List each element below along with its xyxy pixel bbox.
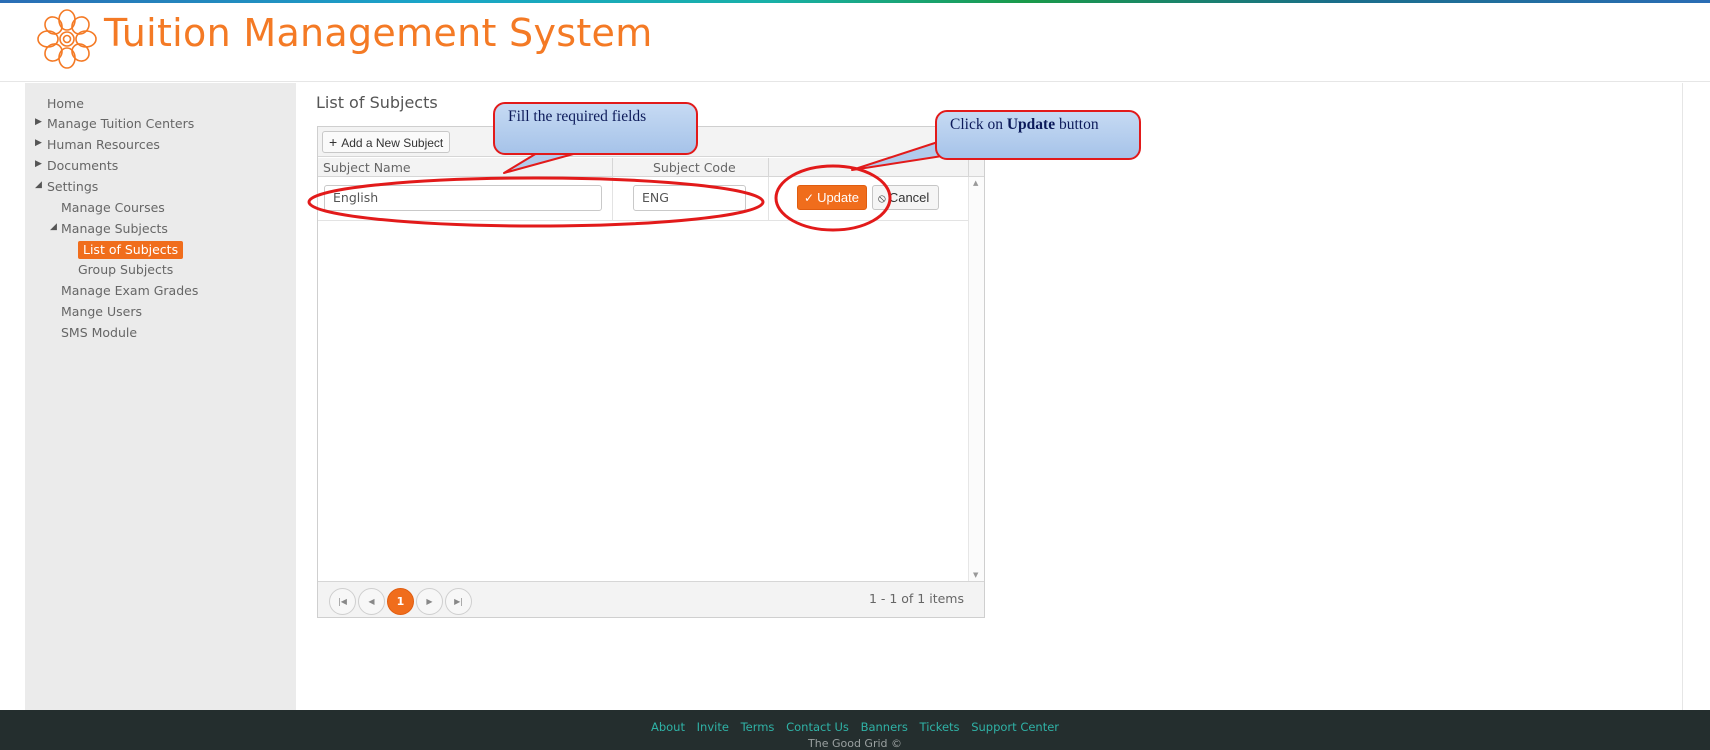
app-title: Tuition Management System <box>104 11 653 55</box>
grid-pager: |◀ ◀ 1 ▶ ▶| 1 - 1 of 1 items <box>318 581 984 617</box>
first-page-icon[interactable]: |◀ <box>329 588 356 615</box>
scroll-down-icon[interactable]: ▼ <box>973 571 978 579</box>
footer-link-tickets[interactable]: Tickets <box>920 720 960 734</box>
grid-header: Subject Name Subject Code <box>318 158 984 177</box>
previous-page-icon[interactable]: ◀ <box>358 588 385 615</box>
check-icon: ✓ <box>804 191 815 205</box>
collapse-arrow-icon[interactable]: ◢ <box>35 180 42 190</box>
column-divider <box>768 158 769 177</box>
grid-vertical-scrollbar[interactable]: ▲ ▼ <box>968 177 984 581</box>
update-callout-bold: Update <box>1006 116 1056 133</box>
page-right-border <box>1682 83 1683 710</box>
footer-link-banners[interactable]: Banners <box>861 720 908 734</box>
sidebar-item-documents[interactable]: Documents <box>47 158 118 173</box>
sidebar-nav: Home ▶ Manage Tuition Centers ▶ Human Re… <box>25 83 296 710</box>
sidebar-item-settings[interactable]: Settings <box>47 179 98 194</box>
collapse-arrow-icon[interactable]: ◢ <box>50 222 57 232</box>
footer-link-invite[interactable]: Invite <box>697 720 729 734</box>
sidebar-item-sms-module[interactable]: SMS Module <box>61 325 137 340</box>
sidebar-item-mange-users[interactable]: Mange Users <box>61 304 142 319</box>
add-new-subject-button[interactable]: + Add a New Subject <box>322 131 451 153</box>
footer-link-contact-us[interactable]: Contact Us <box>786 720 849 734</box>
sidebar-item-home[interactable]: Home <box>47 96 84 111</box>
next-page-icon[interactable]: ▶ <box>416 588 443 615</box>
page-footer: About Invite Terms Contact Us Banners Ti… <box>0 710 1710 750</box>
fields-callout-text: Fill the required fields <box>508 108 647 125</box>
expand-arrow-icon[interactable]: ▶ <box>35 138 42 148</box>
scroll-up-icon[interactable]: ▲ <box>973 179 978 187</box>
cell-divider <box>768 177 769 221</box>
add-new-subject-label: Add a New Subject <box>341 136 444 150</box>
sidebar-item-manage-tuition-centers[interactable]: Manage Tuition Centers <box>47 116 194 131</box>
page-title: List of Subjects <box>316 93 438 112</box>
cancel-button[interactable]: ⦸ Cancel <box>872 185 939 210</box>
page-number-button[interactable]: 1 <box>387 588 414 615</box>
sidebar-item-group-subjects[interactable]: Group Subjects <box>78 262 173 277</box>
last-page-icon[interactable]: ▶| <box>445 588 472 615</box>
cancel-icon: ⦸ <box>878 191 886 205</box>
subject-name-input[interactable]: English <box>324 185 602 211</box>
update-callout-suffix: button <box>1055 116 1099 133</box>
sidebar-item-list-of-subjects[interactable]: List of Subjects <box>78 241 184 259</box>
subjects-grid: + Add a New Subject Subject Name Subject … <box>317 126 985 618</box>
update-callout-text: Click on Update button <box>950 116 1099 134</box>
update-callout-prefix: Click on <box>950 116 1007 133</box>
footer-link-about[interactable]: About <box>651 720 685 734</box>
expand-arrow-icon[interactable]: ▶ <box>35 159 42 169</box>
subject-code-input[interactable]: ENG <box>633 185 746 211</box>
sidebar-item-manage-courses[interactable]: Manage Courses <box>61 200 165 215</box>
sidebar-item-manage-subjects[interactable]: Manage Subjects <box>61 221 168 236</box>
column-header-subject-code[interactable]: Subject Code <box>653 158 736 177</box>
column-divider <box>612 158 613 177</box>
sidebar-item-manage-exam-grades[interactable]: Manage Exam Grades <box>61 283 198 298</box>
update-label: Update <box>817 190 859 205</box>
footer-copyright: The Good Grid © <box>808 737 902 750</box>
cell-divider <box>612 177 613 221</box>
footer-links: About Invite Terms Contact Us Banners Ti… <box>0 720 1710 734</box>
update-button[interactable]: ✓ Update <box>797 185 867 210</box>
cancel-label: Cancel <box>888 190 930 205</box>
column-header-subject-name[interactable]: Subject Name <box>323 158 411 177</box>
column-divider <box>968 158 969 177</box>
fields-callout: Fill the required fields <box>493 102 698 155</box>
flower-logo-icon <box>37 9 97 69</box>
update-callout: Click on Update button <box>935 110 1141 160</box>
pager-info: 1 - 1 of 1 items <box>868 591 964 606</box>
footer-link-support-center[interactable]: Support Center <box>971 720 1059 734</box>
app-header: Tuition Management System <box>0 3 1710 82</box>
expand-arrow-icon[interactable]: ▶ <box>35 117 42 127</box>
sidebar-item-human-resources[interactable]: Human Resources <box>47 137 160 152</box>
footer-link-terms[interactable]: Terms <box>741 720 775 734</box>
plus-icon: + <box>329 134 338 150</box>
